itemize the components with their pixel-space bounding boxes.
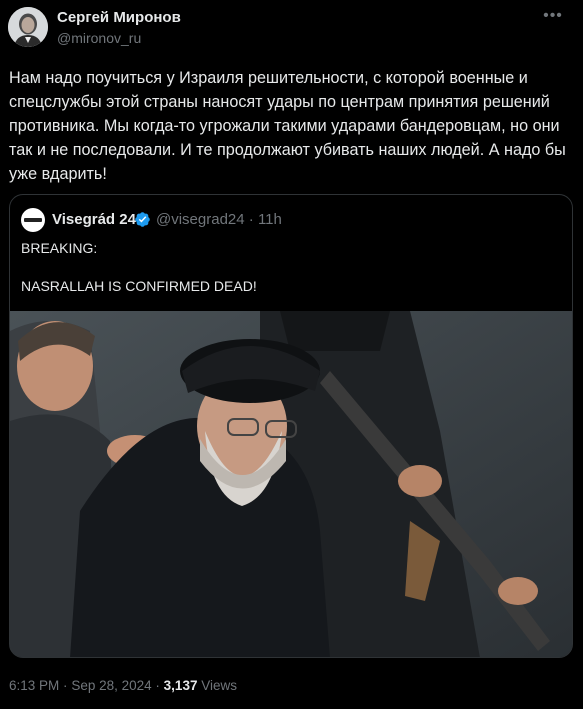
portrait-avatar-icon: [8, 7, 48, 47]
visegrad-logo-icon: [24, 218, 42, 222]
meta-separator: ·: [155, 678, 160, 693]
views-count: 3,137: [163, 678, 198, 693]
more-options-button[interactable]: •••: [538, 4, 568, 28]
author-name[interactable]: Сергей Миронов: [57, 9, 181, 26]
quoted-separator: ·: [248, 211, 254, 228]
post-date[interactable]: Sep 28, 2024: [71, 678, 151, 693]
quoted-text-line: BREAKING:: [21, 240, 98, 256]
quoted-author-handle[interactable]: @visegrad24: [156, 211, 245, 228]
ellipsis-icon: •••: [543, 7, 563, 24]
tweet: Сергей Миронов @mironov_ru ••• Нам надо …: [0, 0, 583, 709]
quoted-media-photo[interactable]: [10, 311, 572, 657]
quoted-author-name[interactable]: Visegrád 24: [52, 211, 136, 228]
photo-image: [10, 311, 572, 657]
verified-badge-icon: [135, 212, 150, 227]
quoted-time[interactable]: 11h: [258, 211, 282, 228]
quoted-text-line: NASRALLAH IS CONFIRMED DEAD!: [21, 278, 257, 294]
tweet-meta: 6:13 PM · Sep 28, 2024 · 3,137 Views: [9, 678, 237, 693]
views-label: Views: [201, 678, 238, 693]
quoted-text: BREAKING: NASRALLAH IS CONFIRMED DEAD!: [21, 239, 561, 296]
meta-separator: ·: [63, 678, 68, 693]
quoted-author-avatar[interactable]: [21, 208, 45, 232]
quoted-handle-time: @visegrad24 · 11h: [156, 211, 282, 228]
tweet-text: Нам надо поучиться у Израиля решительнос…: [9, 69, 566, 183]
author-handle[interactable]: @mironov_ru: [57, 30, 141, 46]
author-avatar[interactable]: [8, 7, 48, 47]
quoted-tweet[interactable]: Visegrád 24 @visegrad24 · 11h BREAKING: …: [9, 194, 573, 658]
post-time[interactable]: 6:13 PM: [9, 678, 59, 693]
quoted-text-line: [21, 258, 561, 277]
